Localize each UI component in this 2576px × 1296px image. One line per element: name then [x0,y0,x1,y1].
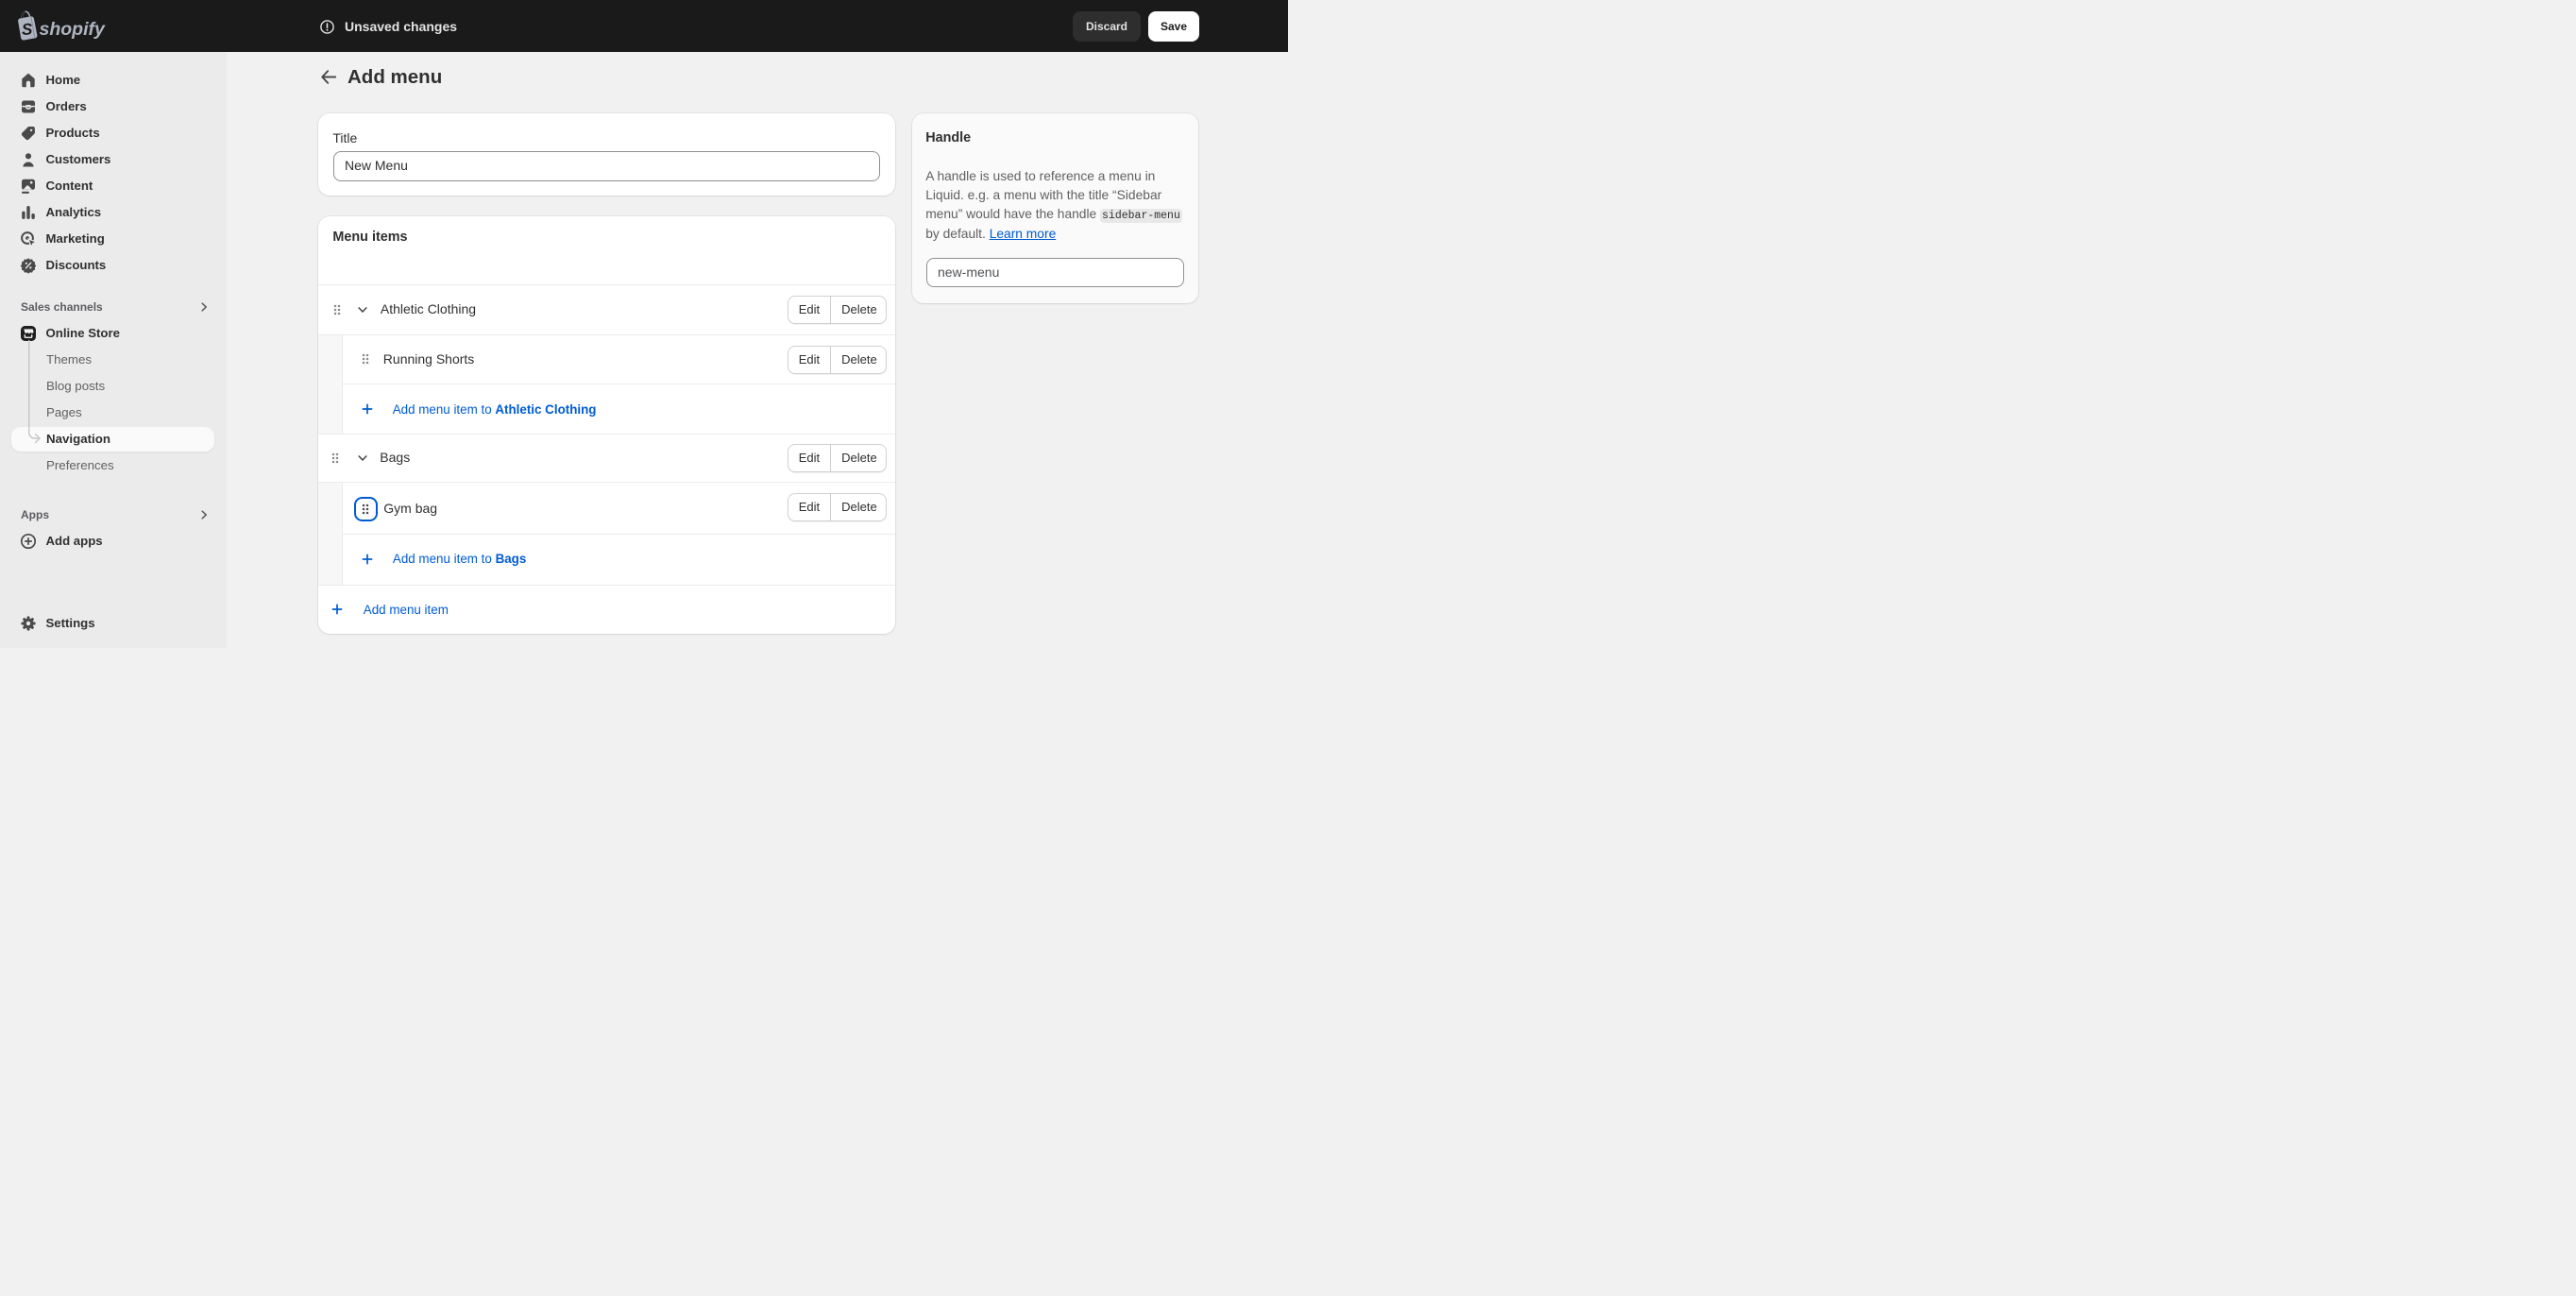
svg-text:shopify: shopify [40,19,106,40]
svg-text:S: S [22,20,34,39]
